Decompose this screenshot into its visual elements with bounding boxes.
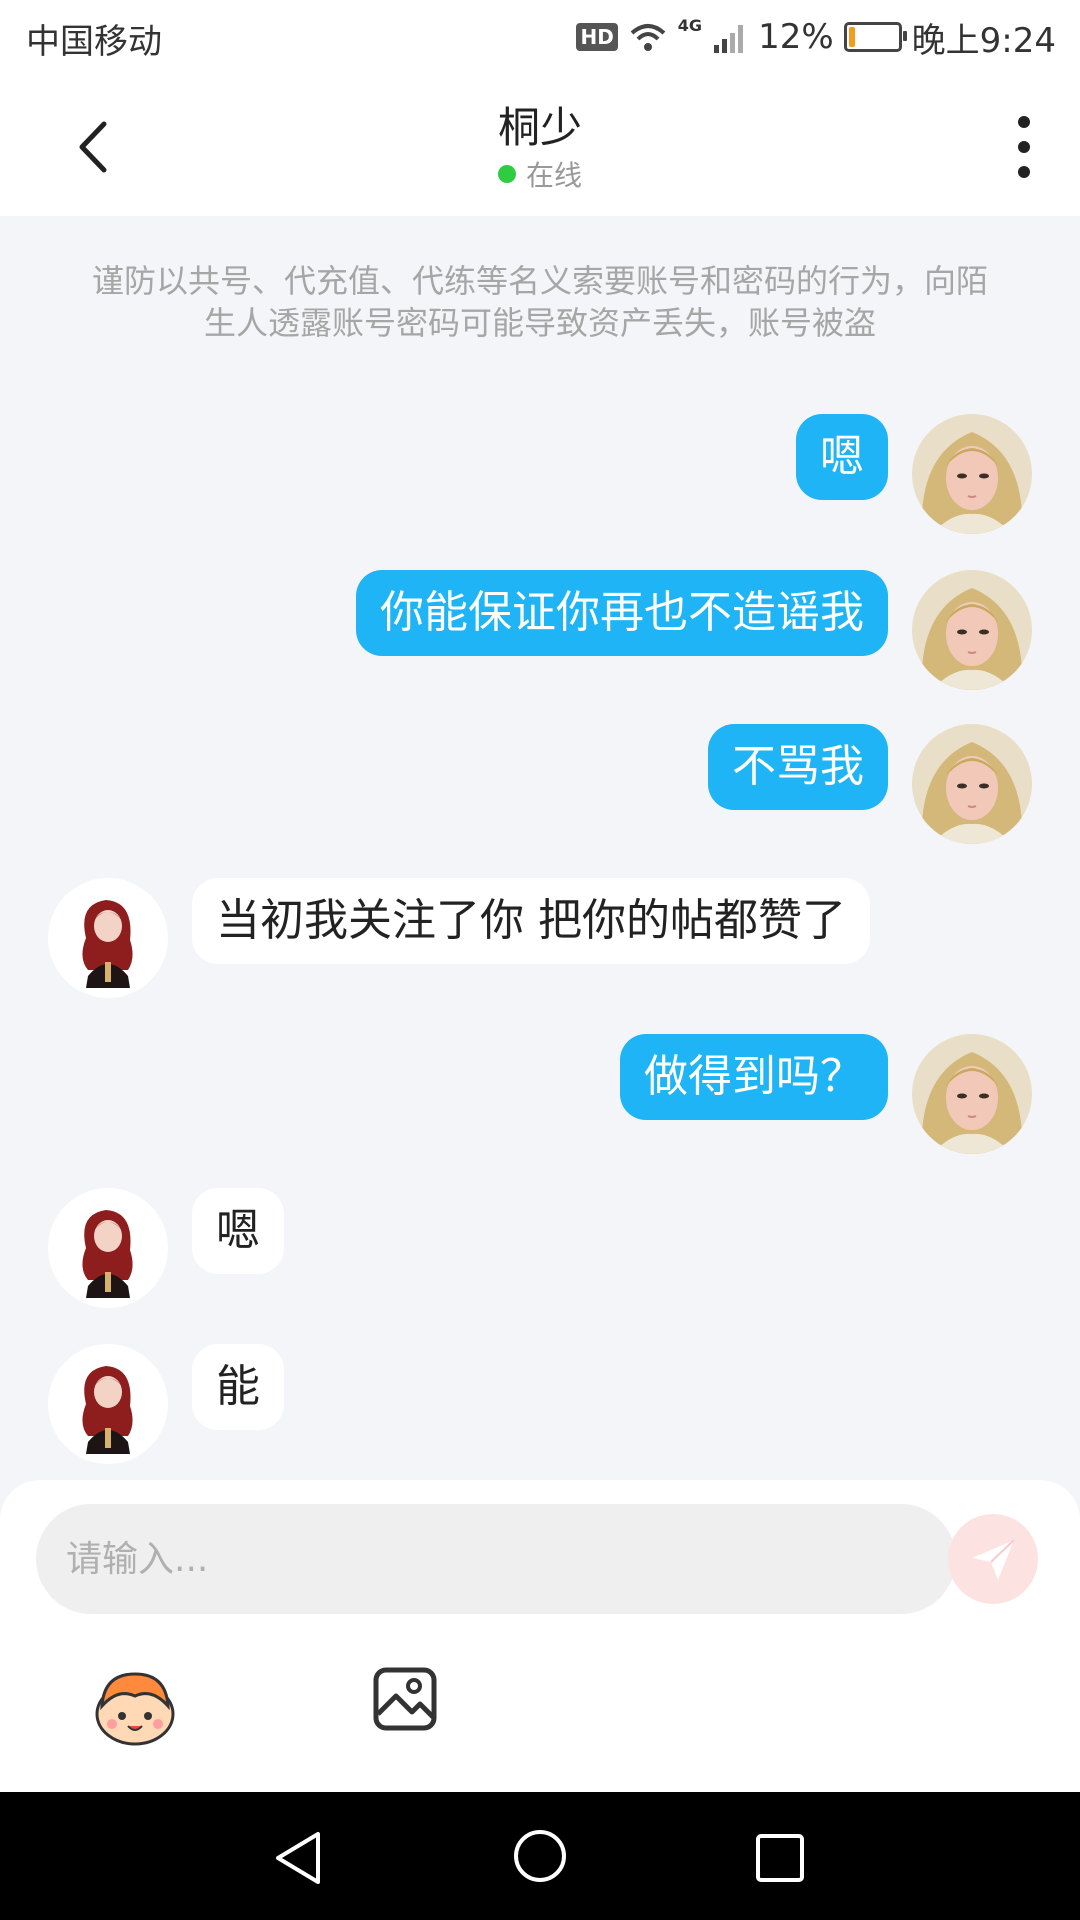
nav-recents-button[interactable]	[752, 1830, 808, 1886]
message-bubble[interactable]: 嗯	[796, 414, 888, 500]
more-vertical-icon	[1018, 116, 1030, 178]
status-bar: 中国移动 HD 4G 12% 晚上9:24	[0, 0, 1080, 76]
carrier-name: 中国移动	[26, 22, 162, 62]
security-warning: 谨防以共号、代充值、代练等名义索要账号和密码的行为，向陌生人透露账号密码可能导致…	[91, 262, 988, 342]
my-avatar[interactable]	[912, 1034, 1032, 1154]
my-avatar[interactable]	[912, 724, 1032, 844]
input-panel	[0, 1480, 1080, 1792]
message-bubble[interactable]: 当初我关注了你 把你的帖都赞了	[192, 878, 870, 964]
message-bubble[interactable]: 做得到吗？	[620, 1034, 888, 1120]
signal-icon	[714, 25, 744, 53]
battery-percent: 12%	[758, 17, 834, 57]
message-row: 当初我关注了你 把你的帖都赞了	[0, 878, 1080, 1008]
mascot-emoji-icon	[95, 1672, 175, 1746]
nav-back-button[interactable]	[270, 1828, 330, 1888]
system-navigation-bar	[0, 1792, 1080, 1920]
more-button[interactable]	[980, 112, 1050, 182]
wifi-icon	[630, 24, 666, 51]
circle-home-icon	[514, 1830, 566, 1882]
paper-plane-icon	[972, 1539, 1015, 1580]
battery-level	[848, 27, 855, 47]
hd-badge: HD	[576, 23, 618, 51]
contact-avatar[interactable]	[48, 1188, 168, 1308]
online-dot	[497, 165, 516, 183]
image-icon	[373, 1667, 437, 1731]
square-recents-icon	[756, 1834, 804, 1882]
network-type: 4G	[677, 16, 703, 35]
my-avatar[interactable]	[912, 570, 1032, 690]
status-icons: HD 4G 12% 晚上9:24	[576, 12, 1056, 62]
clock: 晚上9:24	[911, 20, 1056, 61]
online-status-label: 在线	[525, 159, 582, 192]
message-input[interactable]	[36, 1504, 956, 1614]
my-avatar[interactable]	[912, 414, 1032, 534]
image-button[interactable]	[372, 1666, 438, 1732]
battery-icon	[843, 22, 907, 52]
chat-header: 桐少 在线	[0, 76, 1080, 216]
contact-avatar[interactable]	[48, 878, 168, 998]
message-row: 你能保证你再也不造谣我	[0, 570, 1080, 700]
contact-avatar[interactable]	[48, 1344, 168, 1464]
message-row: 嗯	[0, 414, 1080, 544]
contact-name: 桐少	[497, 103, 582, 152]
message-row: 做得到吗？	[0, 1034, 1080, 1164]
message-bubble[interactable]: 不骂我	[708, 724, 888, 810]
message-bubble[interactable]: 嗯	[192, 1188, 284, 1274]
message-row: 不骂我	[0, 724, 1080, 854]
message-row: 能	[0, 1344, 1080, 1474]
nav-home-button[interactable]	[510, 1826, 570, 1886]
message-bubble[interactable]: 能	[192, 1344, 284, 1430]
message-row: 嗯	[0, 1188, 1080, 1318]
triangle-back-icon	[276, 1832, 320, 1884]
emoji-button[interactable]	[92, 1666, 178, 1746]
online-status: 在线	[0, 154, 1080, 194]
send-button[interactable]	[948, 1514, 1038, 1604]
message-bubble[interactable]: 你能保证你再也不造谣我	[356, 570, 888, 656]
chat-area[interactable]: 谨防以共号、代充值、代练等名义索要账号和密码的行为，向陌生人透露账号密码可能导致…	[0, 216, 1080, 1480]
